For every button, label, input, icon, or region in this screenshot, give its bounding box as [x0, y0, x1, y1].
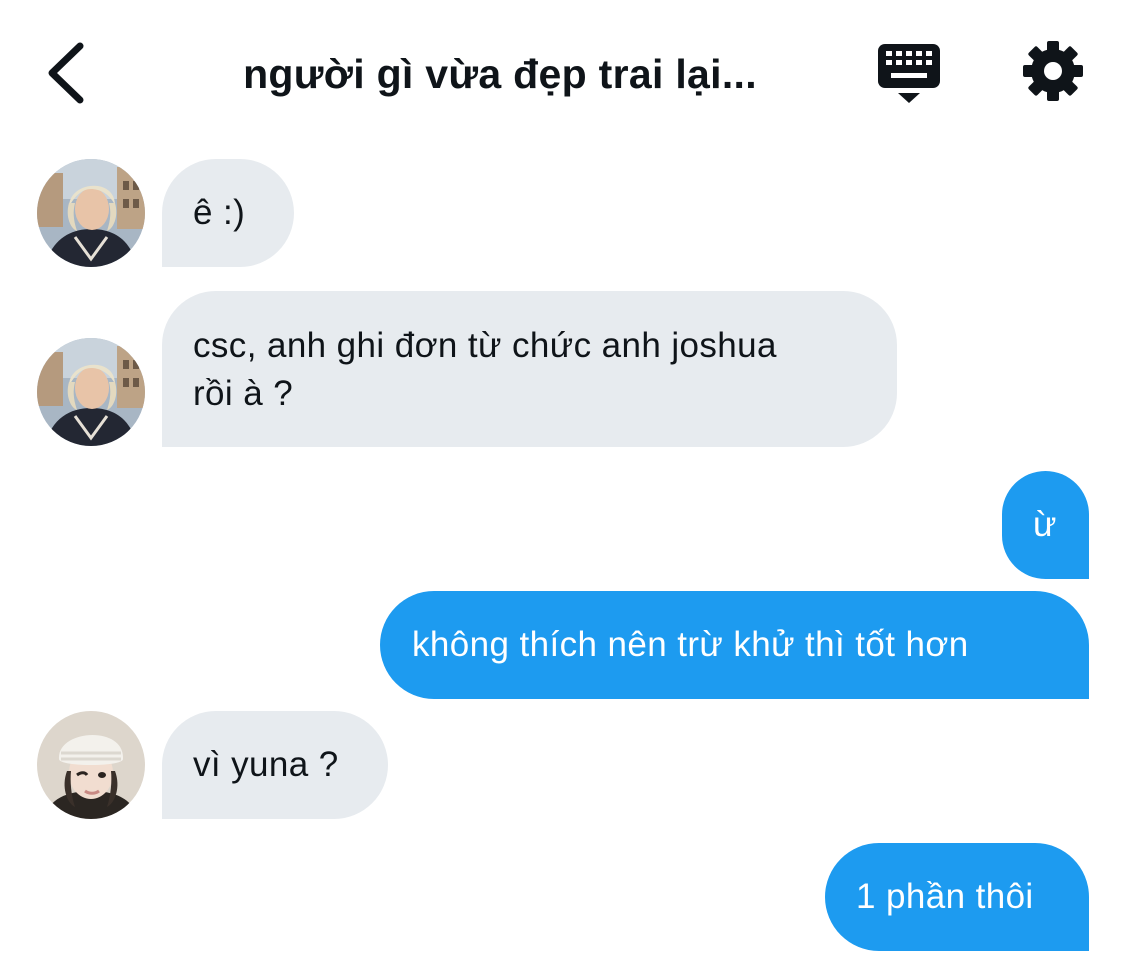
message-text: ừ [1033, 505, 1057, 544]
conversation-title: người gì vừa đẹp trai lại... [243, 51, 757, 97]
message-text: ê :) [193, 193, 246, 232]
conversation-header: người gì vừa đẹp trai lại... [0, 0, 1125, 140]
message-bubble-outgoing[interactable]: không thích nên trừ khử thì tốt hơn [380, 591, 1089, 699]
keyboard-button[interactable] [874, 38, 944, 108]
sender-avatar[interactable] [37, 338, 145, 446]
sender-avatar[interactable] [37, 159, 145, 267]
gear-icon [1023, 41, 1083, 101]
message-bubble-outgoing[interactable]: 1 phần thôi [825, 843, 1089, 951]
message-bubble-outgoing[interactable]: ừ [1002, 471, 1089, 579]
avatar-photo [37, 338, 145, 446]
message-bubble-incoming[interactable]: ê :) [162, 159, 294, 267]
message-text: vì yuna ? [193, 745, 339, 784]
settings-button[interactable] [1020, 38, 1086, 104]
keyboard-icon [878, 44, 940, 103]
message-text: csc, anh ghi đơn từ chức anh joshua rồi … [193, 326, 777, 413]
back-button[interactable] [36, 36, 100, 108]
message-text: 1 phần thôi [856, 877, 1034, 916]
avatar-photo [37, 711, 145, 819]
message-bubble-incoming[interactable]: vì yuna ? [162, 711, 388, 819]
chevron-left-icon [48, 42, 84, 104]
message-bubble-incoming[interactable]: csc, anh ghi đơn từ chức anh joshua rồi … [162, 291, 897, 447]
sender-avatar[interactable] [37, 711, 145, 819]
avatar-photo [37, 159, 145, 267]
message-text: không thích nên trừ khử thì tốt hơn [412, 625, 969, 664]
